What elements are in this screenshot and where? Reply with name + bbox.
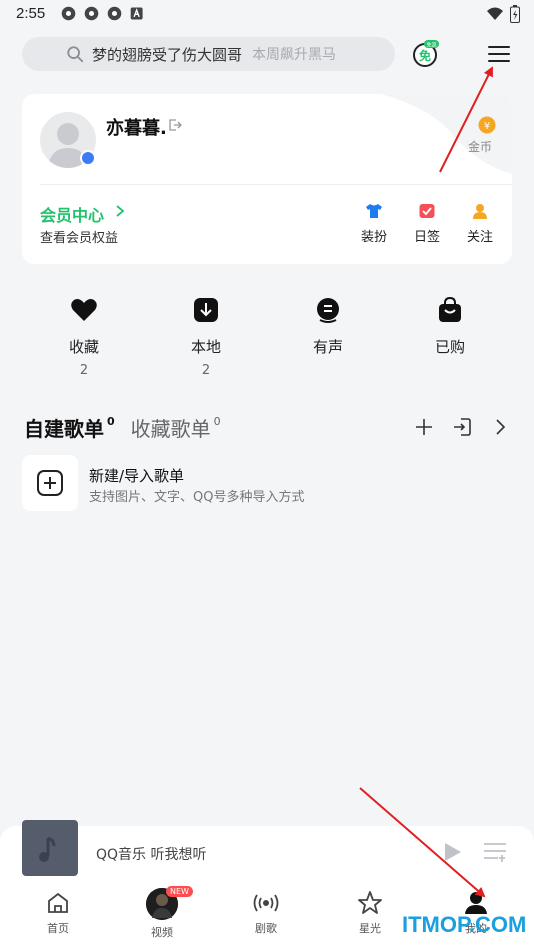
home-icon — [48, 892, 68, 913]
tab-star[interactable]: 星光 — [340, 882, 400, 936]
status-notification-icons — [60, 5, 146, 22]
notification-app-icon — [61, 6, 76, 21]
card-decoration — [382, 94, 512, 174]
music-note-icon — [39, 836, 56, 862]
notification-app-icon — [84, 6, 99, 21]
tile-favorites[interactable]: 收藏 2 — [44, 296, 124, 378]
tab-collected-playlists[interactable]: 收藏歌单 — [131, 413, 211, 442]
vip-center-link[interactable]: 会员中心 — [40, 202, 104, 226]
new-playlist-title: 新建/导入歌单 — [89, 467, 185, 485]
tab-label: 首页 — [47, 922, 69, 935]
plus-icon[interactable] — [414, 417, 434, 437]
new-playlist-subtitle: 支持图片、文字、QQ号多种导入方式 — [89, 490, 305, 505]
audio-icon — [317, 298, 339, 323]
battery-icon — [510, 5, 520, 23]
new-playlist-item[interactable]: 新建/导入歌单 支持图片、文字、QQ号多种导入方式 — [22, 455, 512, 511]
album-art[interactable] — [22, 820, 78, 876]
star-icon — [358, 891, 382, 914]
quick-label: 关注 — [466, 230, 493, 245]
watermark: ITMOP.COM — [402, 912, 527, 937]
tshirt-icon — [366, 204, 382, 218]
quick-daily-sign[interactable]: 日签 — [407, 202, 447, 245]
coin-icon[interactable]: ¥ — [478, 116, 496, 134]
player-title: QQ音乐 听我想听 — [96, 847, 207, 863]
quick-label: 日签 — [413, 230, 440, 245]
tile-label: 收藏 — [68, 338, 99, 356]
playlist-tabs: 自建歌单 0 收藏歌单 0 — [24, 413, 221, 442]
menu-icon[interactable] — [487, 44, 511, 64]
download-icon — [194, 298, 218, 322]
quick-dressup[interactable]: 装扮 — [354, 202, 394, 245]
new-badge: NEW — [166, 886, 193, 897]
username[interactable]: 亦暮暮. — [106, 114, 167, 140]
tile-local[interactable]: 本地 2 — [166, 296, 246, 378]
status-time: 2:55 — [16, 5, 46, 22]
wifi-icon — [487, 7, 503, 20]
notification-a-icon — [130, 7, 143, 20]
search-hint: 本周飙升黑马 — [252, 47, 337, 63]
tab-label: 视频 — [151, 926, 173, 939]
status-bar: 2:55 — [0, 0, 534, 30]
vip-subtitle[interactable]: 查看会员权益 — [40, 227, 118, 246]
search-icon — [67, 46, 84, 63]
add-box-icon — [37, 470, 63, 496]
play-icon[interactable] — [440, 840, 464, 864]
tile-purchased[interactable]: 已购 — [410, 296, 490, 363]
playlist-queue-icon[interactable] — [482, 840, 508, 864]
tab-label: 剧歌 — [255, 922, 277, 935]
free-data-badge-icon[interactable]: 免 免流 — [411, 40, 439, 68]
avatar-badge-icon — [80, 150, 96, 166]
search-suggestion: 梦的翅膀受了伤大圆哥 — [92, 45, 243, 64]
tab-home[interactable]: 首页 — [28, 882, 88, 936]
person-icon — [473, 204, 487, 219]
tab-created-playlists[interactable]: 自建歌单 — [24, 413, 104, 442]
tile-label: 有声 — [312, 338, 343, 356]
tab-radio[interactable]: 剧歌 — [236, 882, 296, 936]
tab-created-count: 0 — [107, 415, 115, 428]
quick-label: 装扮 — [360, 230, 387, 245]
bag-icon — [439, 296, 461, 322]
tile-label: 已购 — [434, 338, 465, 356]
chevron-right-icon — [116, 205, 125, 217]
svg-text:免流: 免流 — [426, 42, 436, 49]
tile-count: 2 — [201, 363, 211, 378]
logout-icon[interactable] — [168, 118, 182, 132]
tab-label: 星光 — [359, 922, 381, 935]
coin-label[interactable]: 金币 — [468, 138, 492, 155]
broadcast-icon — [253, 894, 279, 912]
svg-text:¥: ¥ — [484, 121, 490, 132]
tile-count: 2 — [79, 363, 89, 378]
tab-collected-count: 0 — [213, 415, 221, 428]
heart-icon — [71, 299, 97, 321]
tile-label: 本地 — [190, 338, 221, 356]
notification-app-icon — [107, 6, 122, 21]
chevron-right-icon[interactable] — [490, 417, 510, 437]
search-bar[interactable]: 梦的翅膀受了伤大圆哥 本周飙升黑马 — [22, 37, 395, 71]
new-playlist-button[interactable] — [22, 455, 78, 511]
import-icon[interactable] — [452, 417, 472, 437]
profile-card: 亦暮暮. ¥ 金币 会员中心 查看会员权益 装扮 日签 关注 — [22, 94, 512, 264]
playlist-actions — [414, 417, 510, 437]
calendar-check-icon — [419, 204, 435, 218]
divider — [40, 184, 512, 185]
tile-audio[interactable]: 有声 — [288, 296, 368, 363]
svg-text:免: 免 — [419, 48, 431, 63]
quick-follow[interactable]: 关注 — [460, 202, 500, 245]
status-system-icons — [486, 5, 520, 23]
